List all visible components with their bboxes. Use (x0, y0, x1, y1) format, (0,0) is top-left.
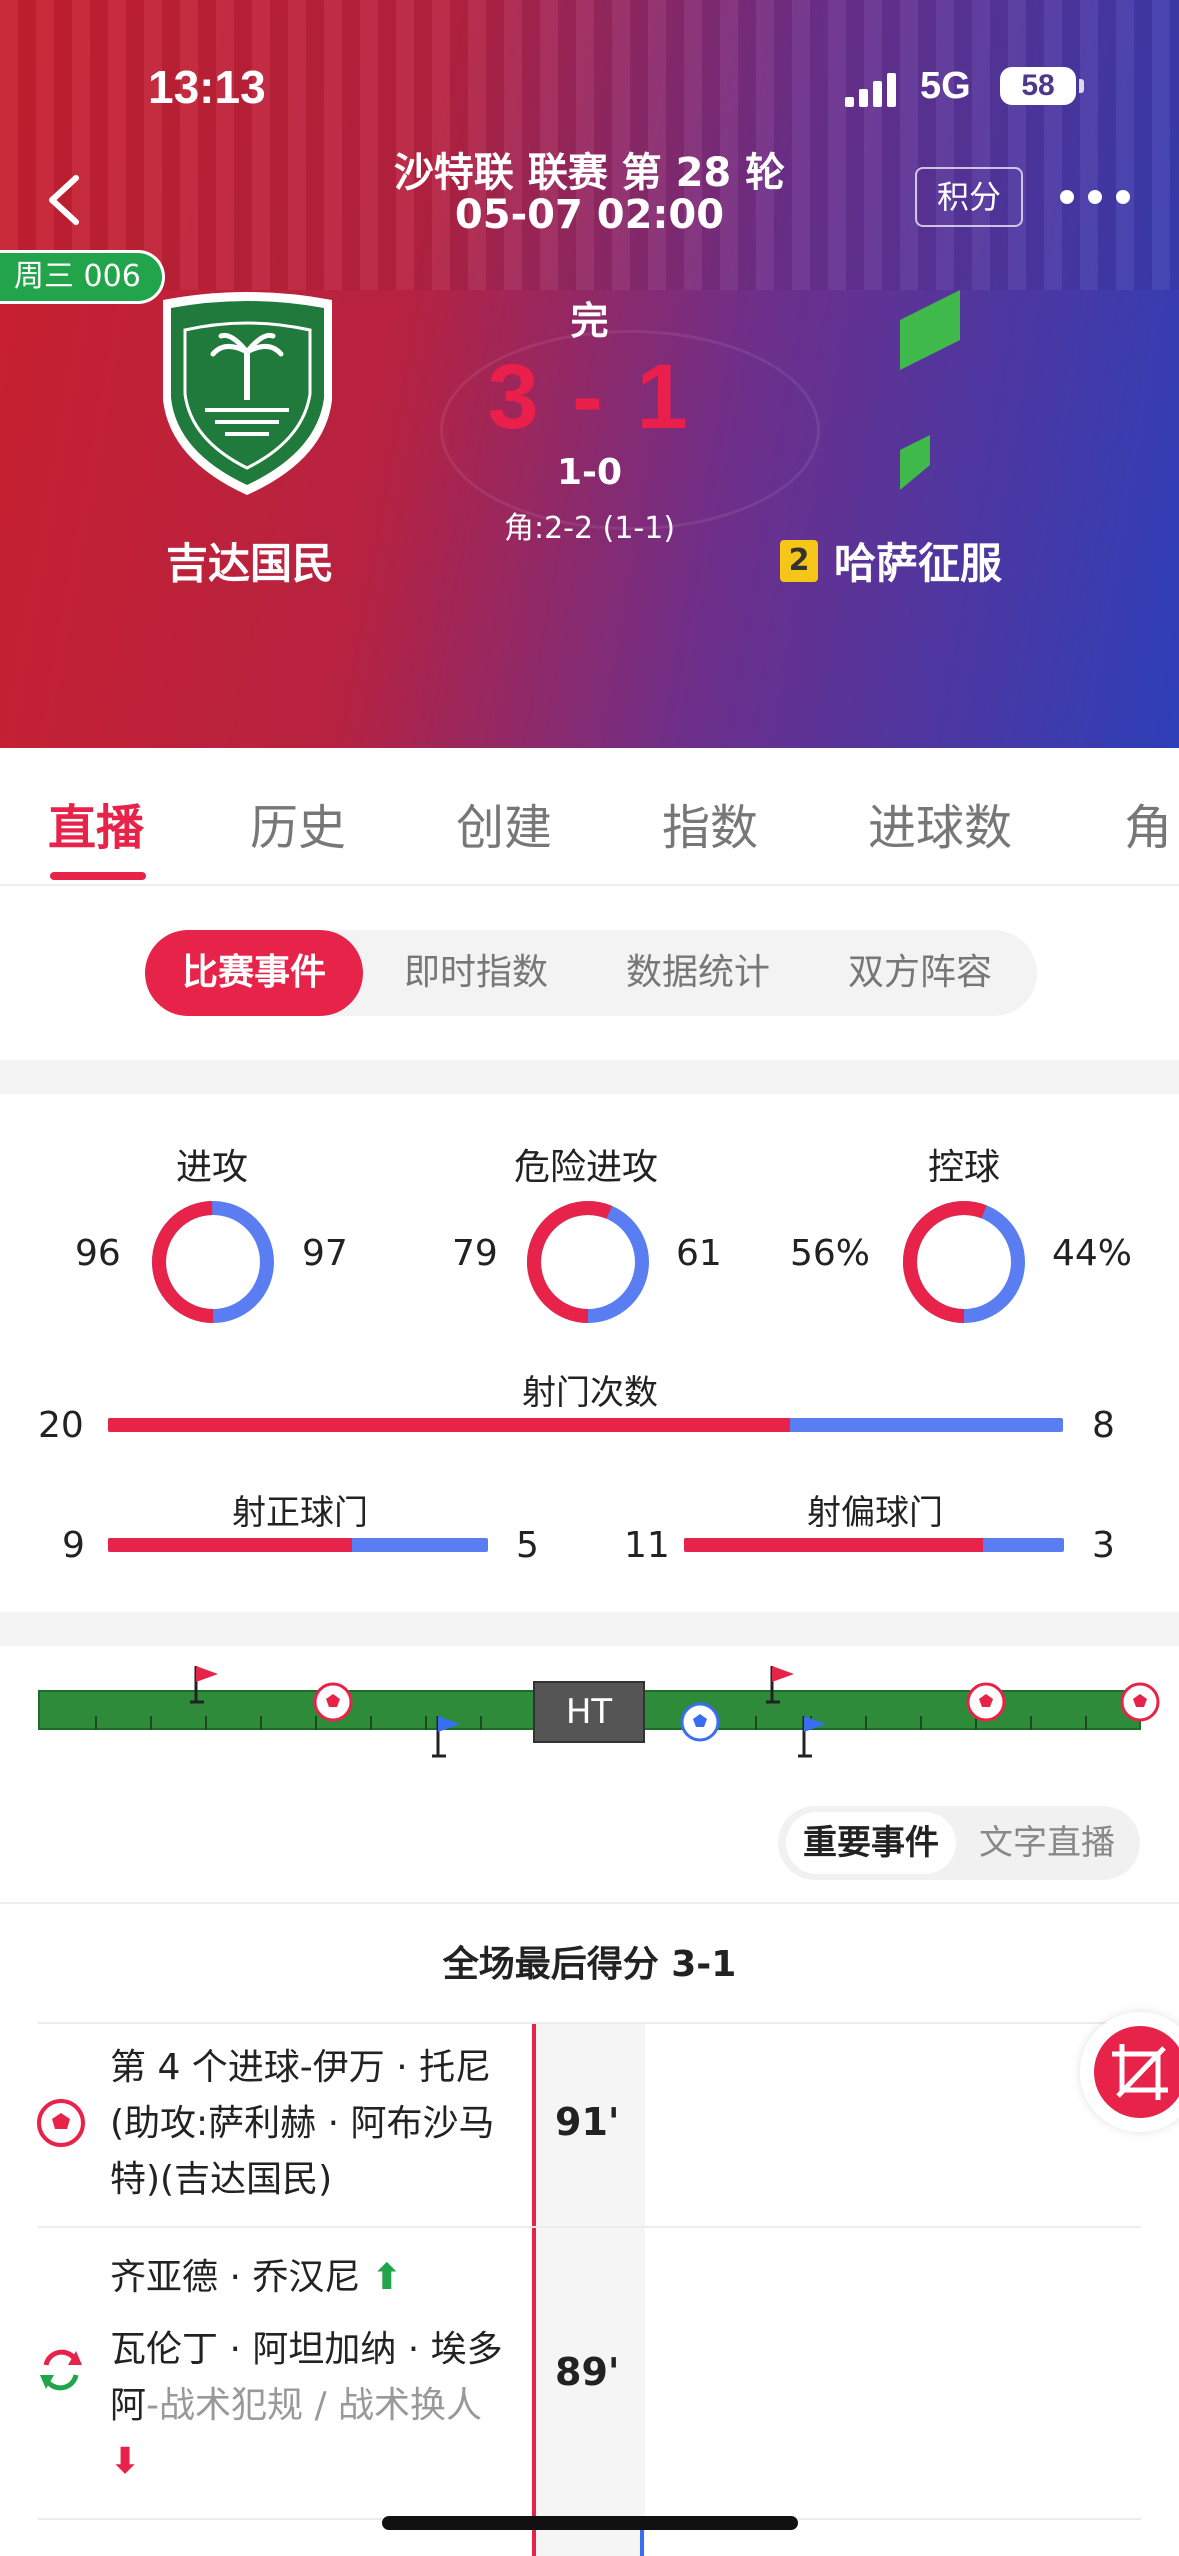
segment-match-events[interactable]: 比赛事件 (145, 930, 363, 1016)
player-in-row: 齐亚德 · 乔汉尼 ⬆ (110, 2250, 520, 2306)
network-type: 5G (920, 65, 971, 107)
more-options-icon[interactable] (1060, 188, 1132, 208)
stat-away-attacks: 97 (302, 1233, 348, 1274)
home-indicator[interactable] (382, 2516, 798, 2530)
tab-corners[interactable]: 角 (1124, 788, 1172, 858)
sub-reason: -战术犯规 / 战术换人 (146, 2385, 483, 2426)
status-time: 13:13 (148, 61, 266, 113)
stat-label-attacks: 进攻 (175, 1147, 248, 1188)
away-team-name: 哈萨征服 (834, 539, 1003, 588)
stat-home-possession: 56% (790, 1233, 871, 1274)
crop-icon (1094, 2026, 1179, 2118)
section-gap-2 (0, 1612, 1179, 1646)
ring-possession (903, 1201, 1025, 1323)
stat-home-shots: 20 (38, 1405, 84, 1446)
event-row-divider (38, 2022, 1141, 2024)
stat-label-on-target: 射正球门 (232, 1493, 368, 1533)
section-gap (0, 1060, 1179, 1094)
segment-live-odds[interactable]: 即时指数 (367, 930, 585, 1016)
event-goal-text: 第 4 个进球-伊万 · 托尼(助攻:萨利赫 · 阿布沙马特)(吉达国民) (110, 2047, 495, 2200)
stat-home-attacks: 96 (75, 1233, 121, 1274)
bar-on-target (108, 1538, 488, 1552)
stat-away-off-target: 3 (1092, 1525, 1115, 1566)
tab-odds[interactable]: 指数 (662, 788, 758, 858)
sub-in-arrow-icon: ⬆ (371, 2257, 402, 2298)
stat-label-dangerous-attacks: 危险进攻 (513, 1147, 658, 1188)
main-tabs: 直播 历史 创建 指数 进球数 角 (0, 748, 1179, 886)
standings-button[interactable]: 积分 (915, 167, 1023, 227)
match-status: 完 (570, 299, 609, 343)
player-in-name: 齐亚德 · 乔汉尼 (110, 2257, 361, 2298)
battery-icon: 58 (1000, 67, 1084, 105)
status-bar: 13:13 5G 58 (0, 55, 1179, 115)
away-corner-flag-icon (432, 1716, 460, 1758)
stat-label-possession: 控球 (927, 1147, 1000, 1188)
away-team-name-row[interactable]: 2 哈萨征服 (780, 530, 1002, 591)
stat-away-possession: 44% (1052, 1233, 1133, 1274)
tab-goals[interactable]: 进球数 (868, 788, 1012, 858)
stat-home-dangerous-attacks: 79 (452, 1233, 498, 1274)
corner-count: 角:2-2 (1-1) (503, 511, 676, 546)
stat-home-off-target: 11 (624, 1525, 670, 1566)
event-goal-minute: 91' (555, 2100, 620, 2144)
goal-icon (37, 2099, 85, 2147)
event-sub-text: 齐亚德 · 乔汉尼 ⬆ 瓦伦丁 · 阿坦加纳 · 埃多阿-战术犯规 / 战术换人… (110, 2250, 520, 2490)
full-time-score: 3 - 1 (487, 346, 692, 448)
match-header: 13:13 5G 58 沙特联 联赛 第 28 轮 05-07 02:00 积分… (0, 0, 1179, 748)
halftime-marker: HT (533, 1681, 645, 1743)
segment-statistics[interactable]: 数据统计 (589, 930, 807, 1016)
ring-dangerous-attacks (527, 1201, 649, 1323)
toggle-text-live[interactable]: 文字直播 (962, 1812, 1132, 1874)
away-corner-flag-icon-2 (798, 1716, 826, 1758)
signal-icon (845, 73, 901, 107)
home-corner-flag-icon (190, 1666, 218, 1704)
stat-home-on-target: 9 (62, 1525, 85, 1566)
sub-out-arrow-icon: ⬇ (110, 2441, 141, 2482)
yellow-card-icon: 2 (780, 539, 818, 582)
divider (0, 1902, 1179, 1904)
stat-away-shots: 8 (1092, 1405, 1115, 1446)
away-team-logo[interactable] (870, 290, 990, 500)
home-corner-flag-icon-2 (766, 1666, 794, 1704)
final-score-summary: 全场最后得分 3-1 (442, 1944, 737, 1985)
screenshot-crop-button[interactable] (1080, 2012, 1179, 2132)
event-view-toggle: 重要事件 文字直播 (778, 1806, 1140, 1880)
event-timeline-line (532, 2022, 536, 2556)
bar-off-target-home-fill (684, 1538, 983, 1552)
tab-history[interactable]: 历史 (250, 788, 346, 858)
bar-shots-home-fill (108, 1418, 790, 1432)
home-goal-icon (313, 1682, 353, 1722)
away-goal-icon (680, 1702, 720, 1742)
sub-tab-segment: 比赛事件 即时指数 数据统计 双方阵容 (145, 930, 1037, 1016)
stat-away-on-target: 5 (516, 1525, 539, 1566)
substitution-icon (40, 2349, 82, 2391)
stat-label-off-target: 射偏球门 (807, 1493, 943, 1533)
event-sub-minute: 89' (555, 2350, 620, 2394)
player-out-row: 瓦伦丁 · 阿坦加纳 · 埃多阿-战术犯规 / 战术换人 ⬇ (110, 2322, 520, 2490)
home-goal-icon-3 (1120, 1682, 1160, 1722)
bar-off-target (684, 1538, 1064, 1552)
bar-on-target-home-fill (108, 1538, 353, 1552)
half-time-score: 1-0 (556, 452, 623, 493)
bar-shots (108, 1418, 1063, 1432)
stat-label-shots: 射门次数 (522, 1373, 658, 1413)
stat-away-dangerous-attacks: 61 (676, 1233, 722, 1274)
tab-create[interactable]: 创建 (456, 788, 552, 858)
event-row-divider-2 (38, 2226, 1141, 2228)
active-tab-indicator (50, 872, 146, 880)
tab-live[interactable]: 直播 (48, 788, 144, 858)
segment-lineups[interactable]: 双方阵容 (811, 930, 1029, 1016)
toggle-key-events[interactable]: 重要事件 (786, 1812, 956, 1874)
home-goal-icon-2 (966, 1682, 1006, 1722)
ring-attacks (152, 1201, 274, 1323)
